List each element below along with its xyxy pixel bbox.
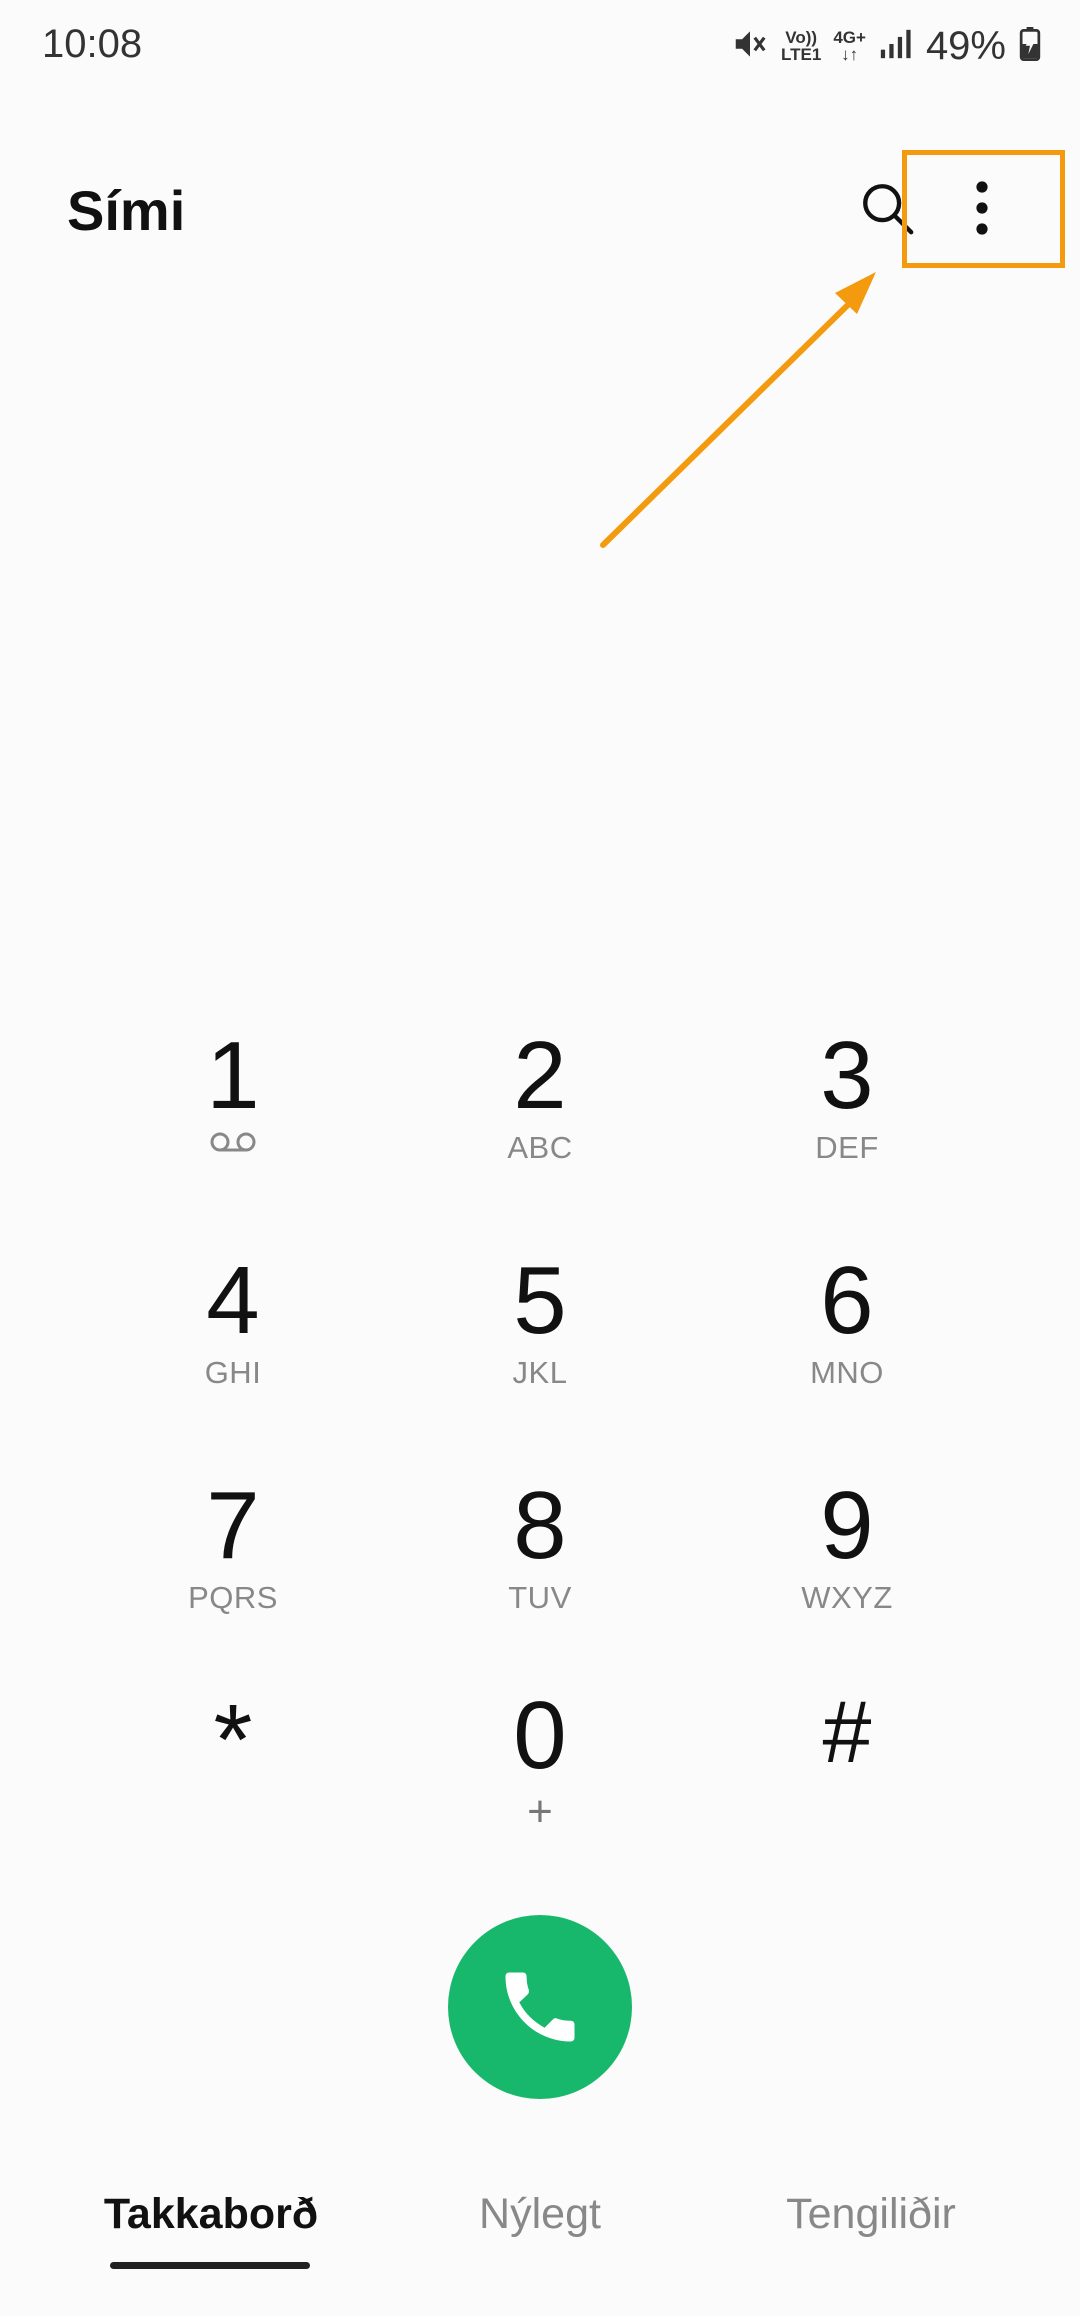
key-3[interactable]: 3 DEF: [727, 1028, 967, 1208]
key-digit: 5: [513, 1247, 567, 1354]
key-digit: 0: [513, 1682, 567, 1789]
key-letters: ABC: [507, 1130, 573, 1165]
key-digit: 8: [513, 1472, 567, 1579]
key-letters: WXYZ: [801, 1580, 893, 1615]
tab-recents[interactable]: Nýlegt: [440, 2190, 640, 2239]
key-letters: DEF: [815, 1130, 879, 1165]
key-letters: JKL: [512, 1355, 568, 1390]
key-2[interactable]: 2 ABC: [420, 1028, 660, 1208]
key-digit: 7: [206, 1472, 260, 1579]
key-5[interactable]: 5 JKL: [420, 1253, 660, 1433]
key-letters: +: [527, 1787, 553, 1836]
key-6[interactable]: 6 MNO: [727, 1253, 967, 1433]
key-letters: PQRS: [188, 1580, 278, 1615]
key-7[interactable]: 7 PQRS: [113, 1478, 353, 1658]
key-digit: *: [213, 1684, 253, 1796]
tab-contacts[interactable]: Tengiliðir: [760, 2190, 982, 2239]
key-digit: 4: [206, 1247, 260, 1354]
phone-icon: [505, 1972, 575, 2042]
annotation-arrow-icon: [600, 272, 876, 548]
key-1[interactable]: 1: [113, 1028, 353, 1208]
key-digit: #: [822, 1682, 872, 1781]
key-letters: TUV: [508, 1580, 572, 1615]
key-digit: 1: [206, 1022, 260, 1129]
key-digit: 6: [820, 1247, 874, 1354]
key-hash[interactable]: #: [727, 1688, 967, 1868]
key-letters: GHI: [204, 1355, 262, 1390]
key-star[interactable]: *: [113, 1688, 353, 1868]
tab-keypad[interactable]: Takkaborð: [100, 2190, 322, 2239]
key-8[interactable]: 8 TUV: [420, 1478, 660, 1658]
phone-dialer-screen: 10:08 Vo)) LTE1 4G+ ↓↑ 49% Sími 1 2 ABC …: [0, 0, 1080, 2316]
active-tab-indicator: [110, 2262, 310, 2269]
bottom-tabs: Takkaborð Nýlegt Tengiliðir: [0, 2190, 1080, 2300]
key-digit: 2: [513, 1022, 567, 1129]
call-button[interactable]: [448, 1915, 632, 2099]
key-digit: 3: [820, 1022, 874, 1129]
key-digit: 9: [820, 1472, 874, 1579]
key-9[interactable]: 9 WXYZ: [727, 1478, 967, 1658]
voicemail-icon: [210, 1132, 256, 1152]
key-4[interactable]: 4 GHI: [113, 1253, 353, 1433]
key-0[interactable]: 0 +: [420, 1688, 660, 1868]
key-letters: MNO: [810, 1355, 884, 1390]
